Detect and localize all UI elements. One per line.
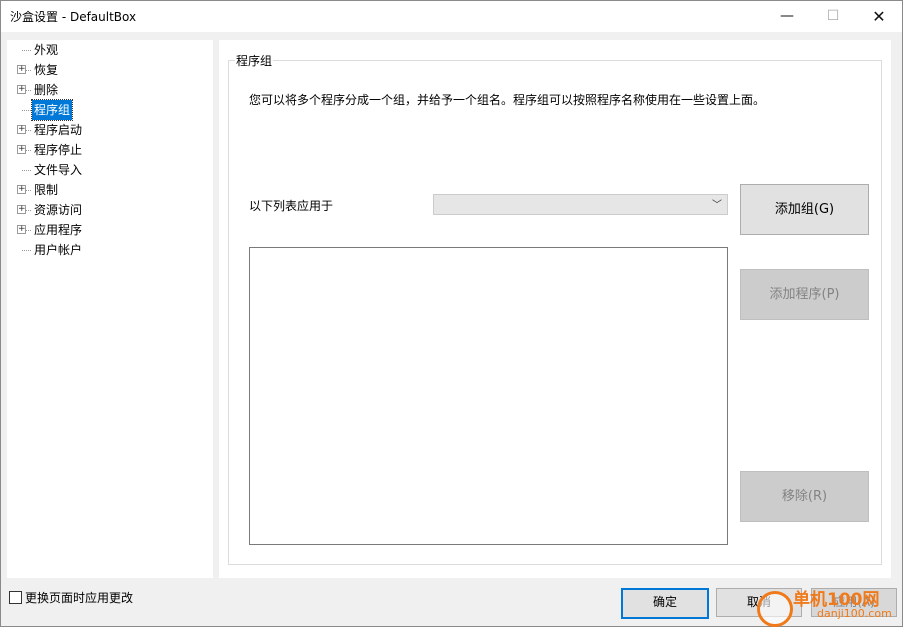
expand-plus-icon[interactable]: + (17, 85, 26, 94)
tree-item[interactable]: + 程序启动 (7, 120, 207, 140)
cancel-button[interactable]: 取消 (716, 588, 802, 617)
settings-tree[interactable]: 外观 + 恢复 + 删除程序组 + 程序启动 + 程序停止文件导入 + 限制 + 资源访问 + 应用程序用户… (7, 40, 213, 578)
maximize-button[interactable]: ☐ (810, 1, 856, 32)
settings-window: 沙盒设置 - DefaultBox — ☐ ✕ 外观 + 恢复 + 删除 程序组 + 程序启动… (0, 0, 903, 627)
tree-item[interactable]: 文件导入 (7, 160, 207, 180)
tree-item-label: 文件导入 (34, 163, 83, 177)
minimize-button[interactable]: — (764, 1, 810, 32)
expand-plus-icon[interactable]: + (17, 205, 26, 214)
tree-item[interactable]: + 程序停止 (7, 140, 207, 160)
tree-item[interactable]: + 应用程序 (7, 220, 207, 240)
remove-button[interactable]: 移除(R) (740, 471, 869, 522)
tree-item[interactable]: + 限制 (7, 180, 207, 200)
tree-item[interactable]: 程序组 (7, 99, 207, 121)
tree-connector (22, 170, 31, 171)
expand-plus-icon[interactable]: + (17, 185, 26, 194)
tree-item-label: 资源访问 (34, 203, 83, 217)
expand-plus-icon[interactable]: + (17, 65, 26, 74)
tree-connector (22, 250, 31, 251)
expand-plus-icon[interactable]: + (17, 145, 26, 154)
content-panel: 程序组 您可以将多个程序分成一个组，并给予一个组名。程序组可以按照程序名称使用在… (219, 40, 891, 578)
tree-item[interactable]: 用户帐户 (7, 240, 207, 260)
tree-item-label: 用户帐户 (34, 243, 83, 257)
apply-on-change-checkbox[interactable] (9, 591, 22, 604)
tree-item-label: 程序停止 (34, 143, 83, 157)
tree-item-label: 删除 (34, 83, 59, 97)
tree-item-label: 限制 (34, 183, 59, 197)
group-title: 程序组 (235, 52, 274, 69)
expand-plus-icon[interactable]: + (17, 125, 26, 134)
tree-item-label: 应用程序 (34, 223, 83, 237)
apply-on-change-label[interactable]: 更换页面时应用更改 (25, 589, 133, 606)
title-bar[interactable]: 沙盒设置 - DefaultBox — ☐ ✕ (1, 1, 902, 32)
tree-item[interactable]: 外观 (7, 40, 207, 60)
add-program-button[interactable]: 添加程序(P) (740, 269, 869, 320)
tree-connector (22, 110, 31, 111)
ok-button[interactable]: 确定 (621, 588, 709, 619)
chevron-down-icon[interactable]: ﹀ (712, 196, 722, 211)
tree-item-label: 恢复 (34, 63, 59, 77)
tree-item-label: 程序组 (30, 99, 74, 121)
programs-listbox[interactable] (249, 247, 728, 545)
add-group-button[interactable]: 添加组(G) (740, 184, 869, 235)
close-button[interactable]: ✕ (856, 1, 902, 32)
window-title: 沙盒设置 - DefaultBox (10, 10, 137, 24)
description-text: 您可以将多个程序分成一个组，并给予一个组名。程序组可以按照程序名称使用在一些设置… (249, 93, 766, 107)
apply-to-label: 以下列表应用于 (249, 199, 334, 213)
tree-item[interactable]: + 恢复 (7, 60, 207, 80)
group-combobox[interactable]: ﹀ (433, 194, 728, 215)
apply-button[interactable]: 应用(A) (811, 588, 897, 617)
tree-item[interactable]: + 删除 (7, 80, 207, 100)
tree-item-label: 外观 (34, 43, 59, 57)
tree-item-label: 程序启动 (34, 123, 83, 137)
expand-plus-icon[interactable]: + (17, 225, 26, 234)
tree-connector (22, 50, 31, 51)
tree-item[interactable]: + 资源访问 (7, 200, 207, 220)
